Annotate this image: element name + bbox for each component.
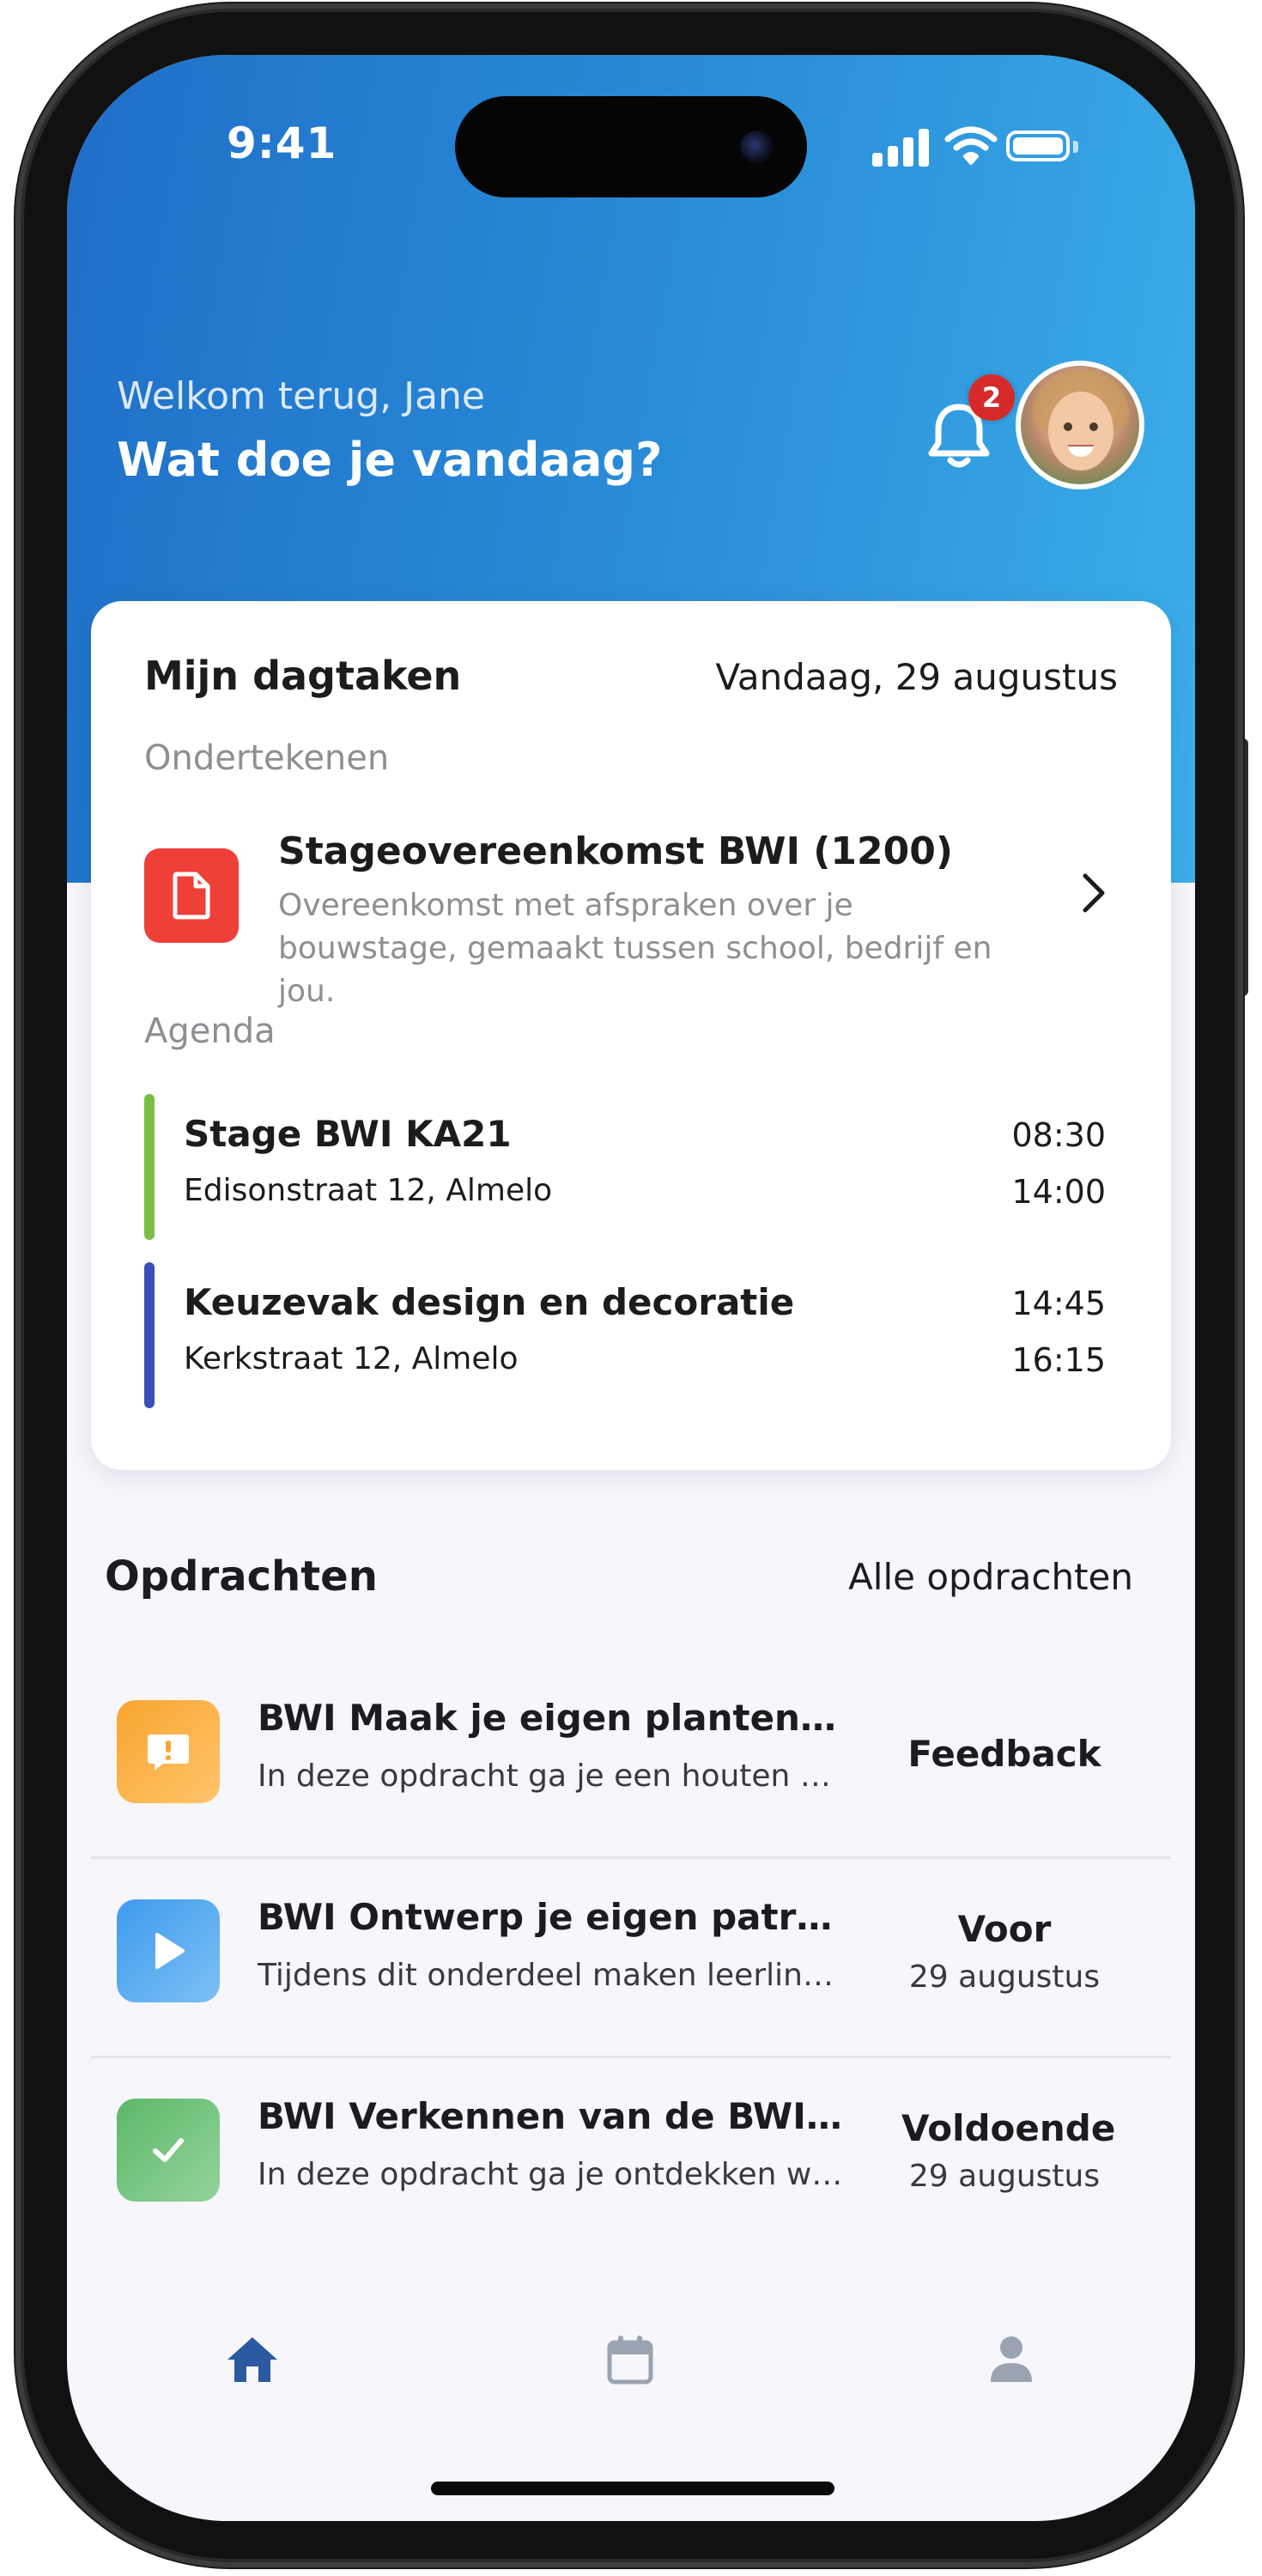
agenda-title: Stage BWI KA21 <box>184 1113 512 1155</box>
assignment-item[interactable]: BWI Maak je eigen plantenstan... In deze… <box>91 1657 1171 1859</box>
document-icon-tile <box>144 848 239 943</box>
sign-item[interactable]: Stageovereenkomst BWI (1200) Overeenkoms… <box>91 816 1171 1009</box>
agenda-location: Edisonstraat 12, Almelo <box>184 1173 553 1208</box>
card-date: Vandaag, 29 augustus <box>715 656 1118 698</box>
document-icon <box>173 872 210 920</box>
agenda-section-label: Agenda <box>144 1012 276 1051</box>
app-screen: 9:41 Welkom terug, Jane Wat doe je vanda… <box>67 55 1195 2521</box>
assignment-status-date: 29 augustus <box>908 1959 1101 1995</box>
camera-icon <box>740 131 773 163</box>
agenda-color-bar <box>144 1262 155 1408</box>
daily-tasks-card: Mijn dagtaken Vandaag, 29 augustus Onder… <box>91 601 1171 1470</box>
avatar[interactable] <box>1016 361 1144 489</box>
sign-item-title: Stageovereenkomst BWI (1200) <box>278 829 953 873</box>
agenda-start-time: 14:45 <box>1011 1285 1106 1322</box>
assignment-icon-tile <box>117 2099 220 2202</box>
feedback-icon <box>148 1735 189 1771</box>
assignment-description: In deze opdracht ga je ontdekken wat... <box>258 2157 850 2192</box>
card-title: Mijn dagtaken <box>144 653 462 699</box>
tab-calendar[interactable] <box>596 2325 664 2394</box>
agenda-item[interactable]: Keuzevak design en decoratie Kerkstraat … <box>144 1262 1119 1408</box>
chevron-right-icon <box>1083 873 1105 913</box>
dynamic-island <box>455 96 807 197</box>
play-icon <box>155 1933 185 1969</box>
assignment-title: BWI Maak je eigen plantenstan... <box>258 1697 850 1739</box>
assignment-item[interactable]: BWI Verkennen van de BWI-se... In deze o… <box>91 2056 1171 2255</box>
assignment-item[interactable]: BWI Ontwerp je eigen patroon ... Tijdens… <box>91 1856 1171 2058</box>
agenda-color-bar <box>144 1094 155 1240</box>
home-icon <box>228 2337 277 2382</box>
all-assignments-link[interactable]: Alle opdrachten <box>848 1556 1133 1598</box>
welcome-text: Welkom terug, Jane <box>117 374 485 418</box>
assignment-description: Tijdens dit onderdeel maken leerlinge... <box>258 1958 850 1993</box>
sign-item-description: Overeenkomst met afspraken over je bouws… <box>278 888 992 1009</box>
assignment-description: In deze opdracht ga je een houten pla... <box>258 1759 850 1794</box>
assignment-status: Feedback <box>907 1733 1101 1775</box>
agenda-location: Kerkstraat 12, Almelo <box>184 1341 519 1376</box>
agenda-title: Keuzevak design en decoratie <box>184 1281 795 1323</box>
assignment-icon-tile <box>117 1700 220 1803</box>
signal-icon <box>872 125 932 167</box>
notification-badge: 2 <box>968 374 1015 421</box>
check-icon <box>153 2138 184 2162</box>
agenda-end-time: 14:00 <box>1011 1173 1106 1211</box>
assignment-status: Voor <box>957 1908 1052 1950</box>
home-indicator <box>431 2482 834 2495</box>
assignment-title: BWI Verkennen van de BWI-se... <box>258 2095 850 2137</box>
assignment-status: Voldoende <box>901 2107 1116 2149</box>
calendar-icon <box>607 2336 653 2385</box>
status-time: 9:41 <box>227 118 337 168</box>
sign-section-label: Ondertekenen <box>144 738 390 778</box>
agenda-item[interactable]: Stage BWI KA21 Edisonstraat 12, Almelo 0… <box>144 1094 1119 1240</box>
assignments-title: Opdrachten <box>105 1552 378 1601</box>
agenda-end-time: 16:15 <box>1011 1341 1106 1379</box>
profile-icon <box>991 2336 1032 2382</box>
assignment-status-date: 29 augustus <box>908 2159 1101 2194</box>
tab-home[interactable] <box>218 2325 287 2394</box>
page-title: Wat doe je vandaag? <box>117 433 663 487</box>
power-button <box>1236 738 1248 996</box>
battery-icon <box>1006 131 1070 161</box>
tab-profile[interactable] <box>977 2325 1046 2394</box>
assignment-title: BWI Ontwerp je eigen patroon ... <box>258 1896 850 1938</box>
agenda-start-time: 08:30 <box>1011 1116 1106 1154</box>
wifi-icon <box>944 126 998 165</box>
assignment-icon-tile <box>117 1899 220 2002</box>
